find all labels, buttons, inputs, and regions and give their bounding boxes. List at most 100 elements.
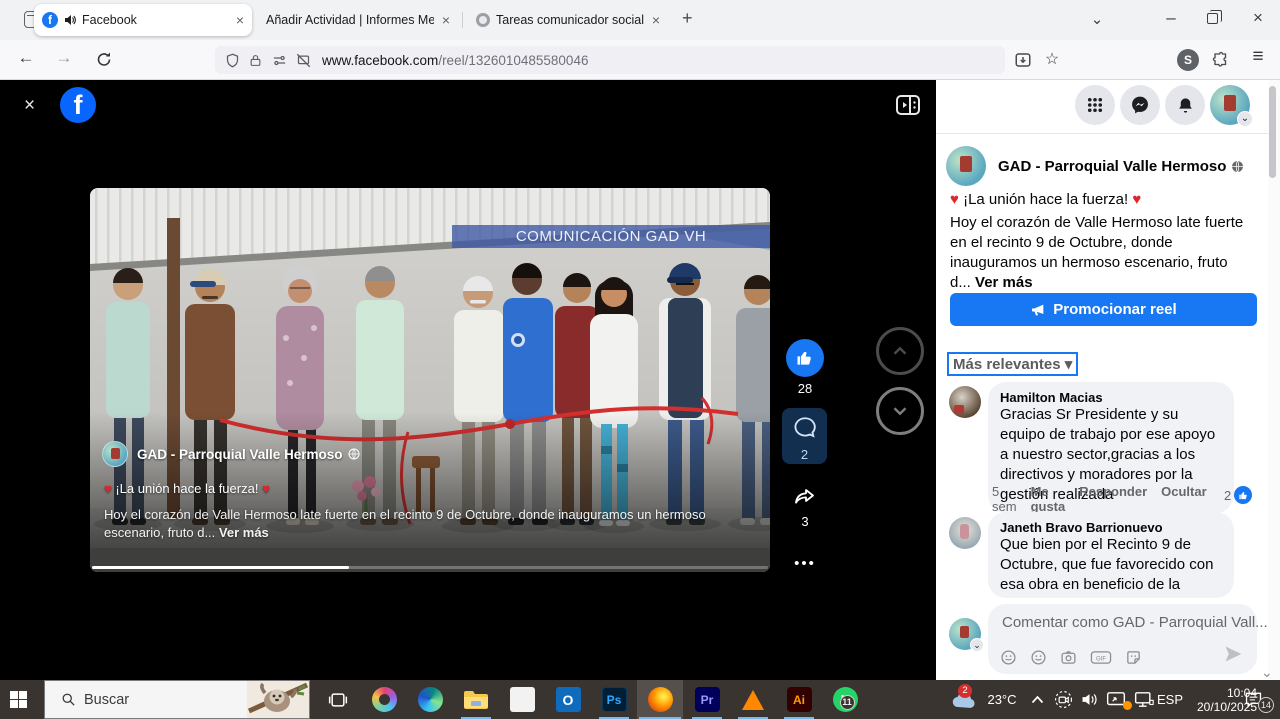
like-button[interactable] <box>786 339 824 377</box>
comment-hide-action[interactable]: Ocultar <box>1161 484 1207 499</box>
see-more-link[interactable]: Ver más <box>975 274 1033 291</box>
scroll-down-chevron-icon[interactable]: ⌄ <box>1261 664 1273 681</box>
save-page-icon[interactable] <box>1014 51 1032 69</box>
collapse-panel-icon[interactable] <box>895 93 921 117</box>
meet-now-icon[interactable] <box>1050 680 1076 719</box>
window-close-button[interactable]: × <box>1243 8 1273 28</box>
gif-icon[interactable]: GIF <box>1090 649 1112 666</box>
share-button[interactable]: 3 <box>782 484 828 529</box>
tab-close-icon[interactable]: × <box>652 13 660 27</box>
tab-tareas[interactable]: Tareas comunicador social GAD × <box>468 4 668 36</box>
lock-icon[interactable] <box>249 53 262 68</box>
comment-input[interactable]: Comentar como GAD - Parroquial Vall... G… <box>988 604 1257 674</box>
sticker-icon[interactable] <box>1125 649 1142 666</box>
comment-time[interactable]: 5 sem <box>992 484 1017 514</box>
tab-informes[interactable]: Añadir Actividad | Informes Mensua × <box>258 4 458 36</box>
task-view-button[interactable] <box>315 680 361 719</box>
video-progress-bar[interactable] <box>92 566 768 569</box>
page-avatar[interactable] <box>946 146 986 186</box>
taskbar-file-explorer[interactable] <box>453 680 499 719</box>
reload-button[interactable] <box>90 51 118 68</box>
chevron-up-icon <box>889 340 911 362</box>
taskbar-firefox[interactable] <box>637 680 683 719</box>
bookmark-star-icon[interactable]: ☆ <box>1038 49 1066 69</box>
weather-tray-icon[interactable]: 2 <box>946 680 982 719</box>
action-center-button[interactable]: 14 <box>1236 680 1270 719</box>
avatar[interactable] <box>102 441 128 467</box>
extension-s-icon[interactable]: S <box>1177 49 1199 71</box>
comment-author[interactable]: Janeth Bravo Barrionuevo <box>1000 520 1222 535</box>
blocked-screenshare-icon[interactable] <box>295 53 312 68</box>
composer-avatar[interactable]: ⌄ <box>949 618 981 650</box>
comment-reply-action[interactable]: Responder <box>1079 484 1147 499</box>
emoji-icon[interactable] <box>1030 649 1047 666</box>
see-more-link[interactable]: Ver más <box>219 525 269 540</box>
tab-close-icon[interactable]: × <box>236 13 244 27</box>
video-page-name[interactable]: GAD - Parroquial Valle Hermoso <box>137 447 343 462</box>
taskbar-premiere[interactable]: Pr <box>684 680 730 719</box>
taskbar-search-box[interactable]: Buscar <box>44 680 310 719</box>
taskbar-outlook[interactable]: O <box>545 680 591 719</box>
camera-icon[interactable] <box>1060 649 1077 666</box>
tray-overflow-chevron[interactable] <box>1026 680 1048 719</box>
close-reel-icon[interactable]: × <box>24 95 35 117</box>
shield-icon[interactable] <box>225 53 240 68</box>
start-button[interactable] <box>10 691 27 708</box>
cast-screen-icon[interactable] <box>1102 680 1130 719</box>
facebook-logo[interactable]: f <box>60 87 96 123</box>
taskbar-edge[interactable] <box>407 680 453 719</box>
tab-facebook[interactable]: f Facebook × <box>34 4 252 36</box>
url-text[interactable]: www.facebook.com/reel/1326010485580046 <box>322 53 588 68</box>
taskbar-whatsapp[interactable]: 11 <box>822 680 868 719</box>
commenter-avatar[interactable] <box>949 386 981 418</box>
back-button[interactable]: ← <box>12 48 40 68</box>
composer-icons: GIF <box>1000 649 1142 666</box>
comment-author[interactable]: Hamilton Macias <box>1000 390 1222 405</box>
minimize-button[interactable]: – <box>1156 8 1186 28</box>
more-options-icon[interactable]: ••• <box>782 555 828 572</box>
next-reel-button[interactable] <box>876 387 924 435</box>
comment-like-action[interactable]: Me gusta <box>1031 484 1066 514</box>
send-icon[interactable] <box>1223 644 1243 664</box>
comment-bubble-icon <box>792 415 818 441</box>
previous-reel-button[interactable] <box>876 327 924 375</box>
scrollbar-thumb[interactable] <box>1269 86 1276 178</box>
commenter-avatar[interactable] <box>949 517 981 549</box>
language-indicator[interactable]: ESP <box>1152 680 1188 719</box>
tab-label: Tareas comunicador social GAD <box>496 13 644 27</box>
comments-sort-dropdown[interactable]: Más relevantes ▾ <box>947 352 1078 376</box>
url-bar[interactable]: www.facebook.com/reel/1326010485580046 <box>215 46 1005 74</box>
extensions-puzzle-icon[interactable] <box>1212 51 1230 69</box>
forward-button[interactable]: → <box>50 48 78 68</box>
restore-button[interactable] <box>1207 13 1218 24</box>
triangle-down-icon: ▾ <box>1065 356 1073 373</box>
promote-reel-button[interactable]: Promocionar reel <box>950 293 1257 326</box>
comment-like-count[interactable]: 2 <box>1224 486 1252 504</box>
messenger-button[interactable] <box>1120 85 1160 125</box>
volume-icon[interactable] <box>1076 680 1102 719</box>
taskbar-vlc[interactable] <box>730 680 776 719</box>
list-tabs-chevron[interactable]: ⌄ <box>1082 10 1112 28</box>
tab-audio-icon[interactable] <box>64 14 76 26</box>
tab-close-icon[interactable]: × <box>442 13 450 27</box>
taskbar-copilot[interactable] <box>361 680 407 719</box>
profile-avatar-button[interactable]: ⌄ <box>1210 85 1250 125</box>
weather-alert-badge: 2 <box>958 684 972 698</box>
post-page-header[interactable]: GAD - Parroquial Valle Hermoso <box>946 146 1244 186</box>
page-name[interactable]: GAD - Parroquial Valle Hermoso <box>998 158 1226 175</box>
permissions-icon[interactable] <box>271 53 288 68</box>
notifications-button[interactable] <box>1165 85 1205 125</box>
taskbar-photoshop[interactable]: Ps <box>591 680 637 719</box>
apps-menu-button[interactable] <box>1075 85 1115 125</box>
composer-identity-chevron-icon[interactable]: ⌄ <box>970 638 984 652</box>
new-tab-button[interactable]: + <box>682 8 693 29</box>
comment-bubble[interactable]: Janeth Bravo Barrionuevo Que bien por el… <box>988 512 1234 598</box>
reel-video[interactable]: COMUNICACIÓN GAD VH GAD - Parroquial Val… <box>90 188 770 572</box>
comments-button[interactable]: 2 <box>782 408 827 464</box>
temperature-label[interactable]: 23°C <box>982 680 1022 719</box>
taskbar-illustrator[interactable]: Ai <box>776 680 822 719</box>
video-page-header[interactable]: GAD - Parroquial Valle Hermoso <box>102 441 360 467</box>
taskbar-store[interactable] <box>499 680 545 719</box>
menu-hamburger-icon[interactable]: ≡ <box>1244 46 1272 68</box>
avatar-sticker-icon[interactable] <box>1000 649 1017 666</box>
